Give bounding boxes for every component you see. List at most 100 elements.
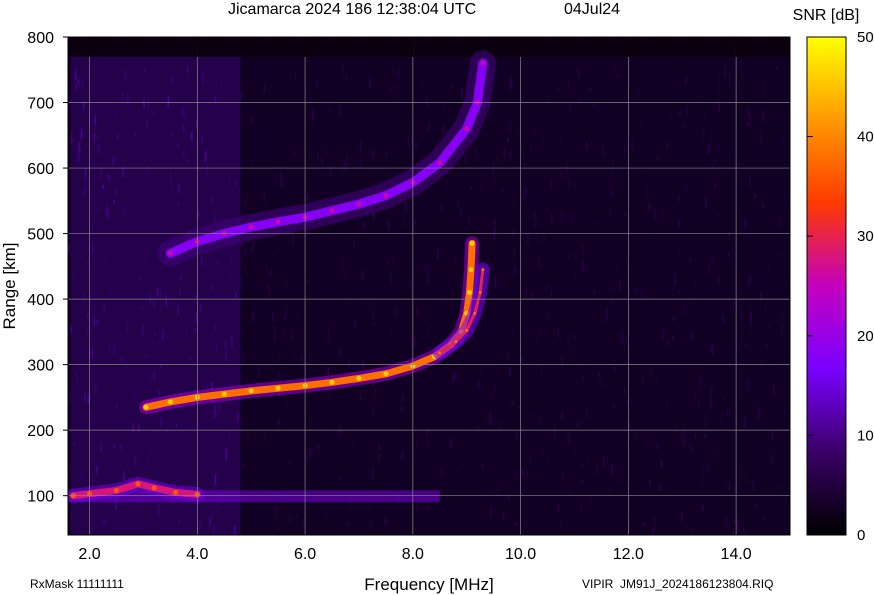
- noise-speckle: [777, 88, 780, 92]
- noise-speckle: [674, 273, 676, 286]
- noise-speckle: [499, 481, 501, 490]
- noise-speckle: [509, 367, 511, 377]
- noise-speckle: [733, 155, 736, 162]
- noise-speckle: [472, 335, 474, 341]
- noise-speckle: [672, 315, 675, 322]
- noise-speckle: [526, 472, 529, 478]
- noise-speckle: [710, 345, 713, 353]
- noise-speckle: [619, 386, 621, 389]
- noise-speckle: [426, 274, 429, 284]
- noise-speckle: [460, 281, 462, 288]
- noise-speckle: [759, 303, 762, 312]
- noise-speckle: [689, 296, 691, 299]
- noise-speckle: [559, 79, 562, 89]
- noise-speckle: [708, 144, 710, 155]
- noise-speckle: [751, 326, 753, 331]
- noise-speckle: [522, 147, 524, 159]
- noise-speckle: [537, 219, 539, 222]
- noise-speckle: [744, 416, 746, 428]
- low-frequency-haze: [70, 56, 241, 535]
- noise-speckle: [722, 353, 724, 356]
- noise-speckle: [623, 146, 626, 158]
- noise-speckle: [553, 421, 555, 427]
- noise-speckle: [645, 171, 647, 174]
- noise-speckle: [716, 143, 719, 153]
- noise-speckle: [562, 471, 564, 482]
- noise-speckle: [493, 178, 496, 185]
- noise-speckle: [422, 78, 424, 86]
- noise-speckle: [560, 134, 562, 144]
- noise-speckle: [286, 400, 288, 405]
- noise-speckle: [716, 447, 718, 459]
- noise-speckle: [746, 379, 749, 391]
- noise-speckle: [487, 417, 490, 428]
- noise-speckle: [761, 282, 764, 285]
- noise-speckle: [679, 250, 681, 257]
- noise-speckle: [301, 303, 303, 306]
- noise-speckle: [650, 370, 653, 378]
- noise-speckle: [260, 71, 263, 74]
- noise-speckle: [587, 456, 590, 468]
- noise-speckle: [515, 180, 517, 186]
- noise-speckle: [546, 205, 549, 214]
- noise-speckle: [244, 248, 247, 255]
- noise-speckle: [542, 140, 544, 147]
- y-tick-label: 500: [27, 227, 54, 244]
- noise-speckle: [267, 283, 270, 293]
- noise-speckle: [586, 409, 588, 420]
- echo-point: [167, 399, 173, 405]
- noise-speckle: [533, 126, 535, 137]
- noise-speckle: [332, 262, 334, 265]
- noise-speckle: [394, 343, 396, 349]
- noise-speckle: [516, 431, 518, 441]
- noise-speckle: [535, 223, 537, 230]
- noise-speckle: [783, 410, 786, 415]
- noise-speckle: [503, 147, 506, 159]
- noise-speckle: [346, 273, 349, 277]
- noise-speckle: [623, 389, 626, 394]
- noise-speckle: [442, 124, 445, 136]
- noise-speckle: [511, 330, 514, 336]
- noise-speckle: [372, 149, 375, 158]
- noise-speckle: [689, 258, 692, 263]
- noise-speckle: [300, 356, 303, 364]
- noise-speckle: [714, 182, 716, 189]
- noise-speckle: [775, 66, 778, 71]
- noise-speckle: [763, 306, 766, 314]
- echo-point: [143, 404, 149, 410]
- noise-speckle: [306, 456, 309, 463]
- noise-speckle: [574, 181, 577, 191]
- noise-speckle: [563, 207, 565, 215]
- noise-speckle: [589, 493, 591, 505]
- noise-speckle: [550, 180, 553, 187]
- noise-speckle: [540, 413, 543, 424]
- noise-speckle: [536, 338, 538, 342]
- noise-speckle: [470, 186, 472, 190]
- noise-speckle: [760, 134, 763, 144]
- noise-speckle: [372, 468, 374, 480]
- noise-speckle: [786, 510, 788, 516]
- noise-speckle: [310, 136, 312, 140]
- noise-speckle: [362, 223, 365, 230]
- noise-speckle: [292, 234, 294, 245]
- noise-speckle: [425, 504, 428, 510]
- noise-speckle: [296, 513, 298, 520]
- x-tick-label: 6.0: [294, 546, 316, 563]
- noise-speckle: [757, 407, 760, 420]
- noise-speckle: [527, 260, 529, 265]
- noise-speckle: [525, 463, 527, 469]
- noise-speckle: [728, 481, 730, 490]
- noise-speckle: [710, 132, 712, 141]
- noise-speckle: [674, 368, 676, 375]
- noise-speckle: [653, 523, 656, 532]
- noise-speckle: [602, 145, 605, 156]
- noise-speckle: [650, 445, 652, 453]
- noise-speckle: [568, 177, 571, 188]
- noise-speckle: [777, 485, 780, 491]
- noise-speckle: [718, 69, 720, 79]
- noise-speckle: [746, 342, 748, 348]
- noise-speckle: [662, 329, 664, 340]
- noise-speckle: [737, 523, 740, 532]
- noise-speckle: [427, 266, 430, 275]
- noise-speckle: [340, 258, 343, 268]
